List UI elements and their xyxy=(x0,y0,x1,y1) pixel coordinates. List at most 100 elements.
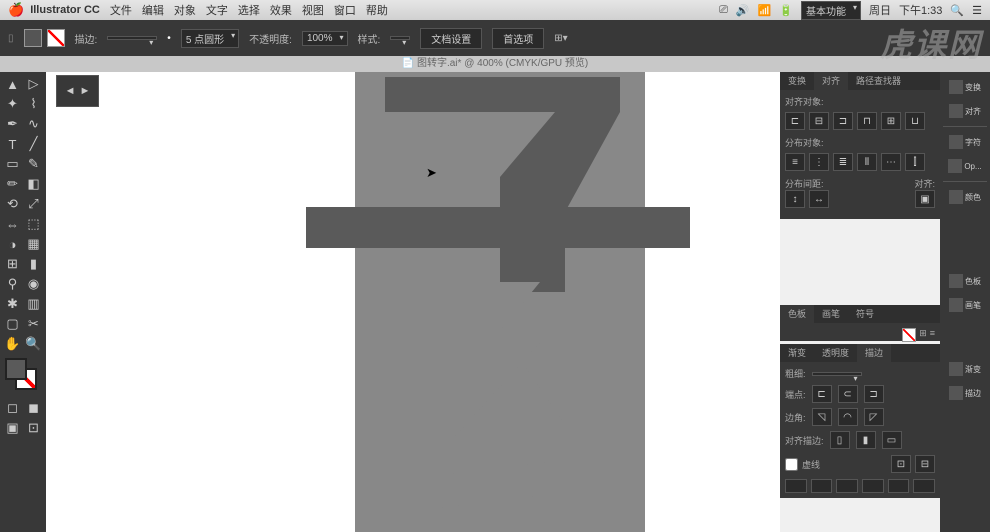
dock-align[interactable]: 对齐 xyxy=(943,100,987,122)
dist-hspace-icon[interactable]: ↔ xyxy=(809,190,829,208)
rotate-tool[interactable]: ⟲ xyxy=(2,194,23,214)
type-tool[interactable]: T xyxy=(2,134,23,154)
slice-tool[interactable]: ✂ xyxy=(23,314,44,334)
swatch-view-icon[interactable]: ⊞ xyxy=(919,328,927,336)
swatch-list-icon[interactable]: ≡ xyxy=(930,328,935,336)
weight-input[interactable] xyxy=(812,372,862,376)
free-transform-tool[interactable]: ⬚ xyxy=(23,214,44,234)
prefs-button[interactable]: 首选项 xyxy=(492,28,544,49)
paintbrush-tool[interactable]: ✎ xyxy=(23,154,44,174)
align-dropdown-icon[interactable]: ⊞▾ xyxy=(554,33,567,44)
stroke-outside-icon[interactable]: ▭ xyxy=(882,431,902,449)
menu-object[interactable]: 对象 xyxy=(174,2,196,18)
canvas[interactable]: ◄ ► ➤ xyxy=(46,72,780,532)
menu-select[interactable]: 选择 xyxy=(238,2,260,18)
tab-align[interactable]: 对齐 xyxy=(814,72,848,90)
rectangle-tool[interactable]: ▭ xyxy=(2,154,23,174)
doc-setup-button[interactable]: 文档设置 xyxy=(420,28,482,49)
width-tool[interactable]: ⇔ xyxy=(2,214,23,234)
stroke-inside-icon[interactable]: ▮ xyxy=(856,431,876,449)
stroke-weight-dropdown[interactable] xyxy=(107,36,157,40)
dist-bottom-icon[interactable]: ≣ xyxy=(833,153,853,171)
zoom-tool[interactable]: 🔍 xyxy=(23,334,44,354)
draw-normal[interactable]: ◻ xyxy=(2,398,23,418)
align-top-icon[interactable]: ⊓ xyxy=(857,112,877,130)
graphic-style-dropdown[interactable] xyxy=(390,36,410,40)
dist-top-icon[interactable]: ≡ xyxy=(785,153,805,171)
dist-left-icon[interactable]: ⫴ xyxy=(857,153,877,171)
menu-edit[interactable]: 编辑 xyxy=(142,2,164,18)
volume-icon[interactable]: 🔊 xyxy=(736,4,750,17)
dashed-checkbox[interactable] xyxy=(785,458,798,471)
dock-color[interactable]: 颜色 xyxy=(943,186,987,208)
eraser-tool[interactable]: ◧ xyxy=(23,174,44,194)
dock-transform[interactable]: 变换 xyxy=(943,76,987,98)
tab-pathfinder[interactable]: 路径查找器 xyxy=(848,72,909,90)
curvature-tool[interactable]: ∿ xyxy=(23,114,44,134)
menu-file[interactable]: 文件 xyxy=(110,2,132,18)
wifi-icon[interactable]: 📶 xyxy=(758,4,772,17)
shape-builder-tool[interactable]: ◑ xyxy=(2,234,23,254)
gradient-tool[interactable]: ▮ xyxy=(23,254,44,274)
dash-align-icon[interactable]: ⊟ xyxy=(915,455,935,473)
battery-icon[interactable]: 🔋 xyxy=(779,4,793,17)
app-name[interactable]: Illustrator CC xyxy=(30,4,100,16)
workspace-dropdown[interactable]: 基本功能 xyxy=(801,1,861,20)
screen-icon[interactable]: ⎚ xyxy=(719,4,728,17)
dist-hcenter-icon[interactable]: ⋯ xyxy=(881,153,901,171)
dash-1[interactable] xyxy=(785,479,807,493)
selection-tool[interactable]: ▲ xyxy=(2,74,23,94)
search-icon[interactable]: 🔍 xyxy=(950,4,964,17)
dock-character[interactable]: 字符 xyxy=(943,131,987,153)
tab-symbols[interactable]: 符号 xyxy=(848,305,882,323)
cap-butt-icon[interactable]: ⊏ xyxy=(812,385,832,403)
cap-projecting-icon[interactable]: ⊐ xyxy=(864,385,884,403)
align-vcenter-icon[interactable]: ⊞ xyxy=(881,112,901,130)
align-to-selection-icon[interactable]: ▣ xyxy=(915,190,935,208)
tab-brushes[interactable]: 画笔 xyxy=(814,305,848,323)
dock-opentype[interactable]: Op... xyxy=(943,155,987,177)
artwork-character-1[interactable] xyxy=(355,72,645,292)
arrow-black-icon[interactable]: ◄ xyxy=(65,85,76,97)
lasso-tool[interactable]: ⌇ xyxy=(23,94,44,114)
screen-mode[interactable]: ▣ xyxy=(2,418,23,438)
align-right-icon[interactable]: ⊐ xyxy=(833,112,853,130)
none-swatch[interactable] xyxy=(902,328,916,342)
tab-transform[interactable]: 变换 xyxy=(780,72,814,90)
magic-wand-tool[interactable]: ✦ xyxy=(2,94,23,114)
fill-color[interactable] xyxy=(5,358,27,380)
artboard-tool[interactable]: ▢ xyxy=(2,314,23,334)
gap-3[interactable] xyxy=(913,479,935,493)
corner-round-icon[interactable]: ◠ xyxy=(838,408,858,426)
align-bottom-icon[interactable]: ⊔ xyxy=(905,112,925,130)
menu-window[interactable]: 窗口 xyxy=(334,2,356,18)
cap-round-icon[interactable]: ⊂ xyxy=(838,385,858,403)
menu-icon[interactable]: ☰ xyxy=(972,4,982,17)
corner-bevel-icon[interactable]: ◸ xyxy=(864,408,884,426)
dist-vcenter-icon[interactable]: ⋮ xyxy=(809,153,829,171)
dock-brushes[interactable]: 画笔 xyxy=(943,294,987,316)
pen-tool[interactable]: ✒ xyxy=(2,114,23,134)
mesh-tool[interactable]: ⊞ xyxy=(2,254,23,274)
arrow-white-icon[interactable]: ► xyxy=(80,85,91,97)
dash-preserve-icon[interactable]: ⊡ xyxy=(891,455,911,473)
dock-swatches[interactable]: 色板 xyxy=(943,270,987,292)
menu-help[interactable]: 帮助 xyxy=(366,2,388,18)
blend-tool[interactable]: ◉ xyxy=(23,274,44,294)
dash-2[interactable] xyxy=(836,479,858,493)
stroke-style-dropdown[interactable]: 5 点圆形 xyxy=(181,29,239,48)
color-picker[interactable] xyxy=(2,358,44,394)
opacity-dropdown[interactable]: 100% xyxy=(302,31,348,46)
draw-behind[interactable]: ◼ xyxy=(23,398,44,418)
dist-vspace-icon[interactable]: ↕ xyxy=(785,190,805,208)
apple-icon[interactable]: 🍎 xyxy=(8,2,24,18)
align-hcenter-icon[interactable]: ⊟ xyxy=(809,112,829,130)
scale-tool[interactable]: ⤢ xyxy=(23,194,44,214)
gap-2[interactable] xyxy=(862,479,884,493)
menu-effect[interactable]: 效果 xyxy=(270,2,292,18)
artwork-character-2[interactable] xyxy=(355,282,645,532)
document-tab[interactable]: 📄 图转字.ai* @ 400% (CMYK/GPU 预览) xyxy=(0,56,990,72)
corner-miter-icon[interactable]: ◹ xyxy=(812,408,832,426)
dist-right-icon[interactable]: ⫿ xyxy=(905,153,925,171)
direct-selection-tool[interactable]: ▷ xyxy=(23,74,44,94)
